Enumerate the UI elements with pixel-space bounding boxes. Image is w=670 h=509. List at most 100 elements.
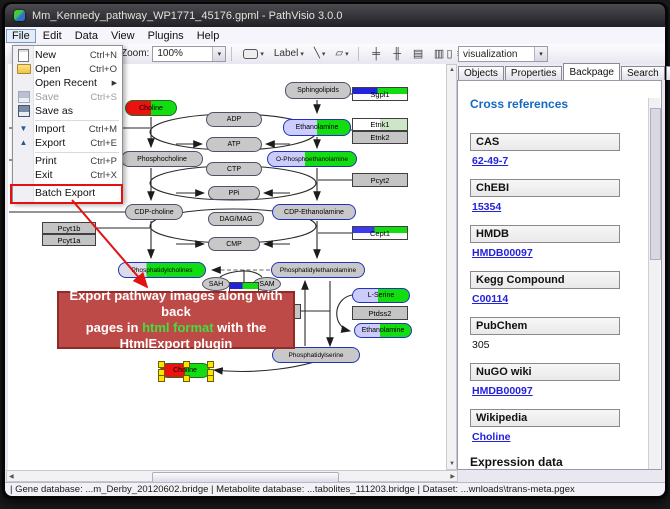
distribute-horizontal-icon[interactable]: ▤ xyxy=(410,46,427,61)
align-center-icon[interactable]: ╪ xyxy=(368,46,385,61)
node-ppi[interactable]: PPi xyxy=(208,186,260,200)
scroll-left-icon[interactable]: ◀ xyxy=(9,474,14,480)
node-choline-selected[interactable]: Choline xyxy=(160,363,210,378)
xref-title: Kegg Compound xyxy=(470,271,620,289)
xref-section-cas: CAS 62-49-7 xyxy=(470,133,649,167)
shape-tool-icon: ▱ xyxy=(335,49,343,59)
node-o-phosphoethanolamine[interactable]: O-Phosphoethanolamine xyxy=(267,151,357,167)
selection-handle[interactable] xyxy=(183,375,190,382)
scroll-right-icon[interactable]: ▶ xyxy=(450,474,455,480)
gene-pcyt2[interactable]: Pcyt2 xyxy=(352,173,408,187)
node-phosphocholine[interactable]: Phosphocholine xyxy=(121,151,203,167)
toolbar-separator xyxy=(231,47,232,61)
add-label-button[interactable]: Label▾ xyxy=(270,45,308,62)
file-menu-item-import[interactable]: ▼ImportCtrl+M xyxy=(13,122,122,136)
xref-title: CAS xyxy=(470,133,620,151)
selection-handle[interactable] xyxy=(207,375,214,382)
menu-shortcut: Ctrl+M xyxy=(89,124,117,135)
status-text: | Gene database: ...m_Derby_20120602.bri… xyxy=(10,484,575,495)
gene-cept1[interactable]: Cept1 xyxy=(352,226,408,240)
file-menu-item-new[interactable]: NewCtrl+N xyxy=(13,48,122,62)
chevron-down-icon[interactable]: ▾ xyxy=(212,47,225,61)
file-menu-item-open-recent[interactable]: Open Recent▶ xyxy=(13,76,122,90)
menu-edit[interactable]: Edit xyxy=(37,29,68,43)
gene-etnk1[interactable]: Etnk1 xyxy=(352,118,408,131)
node-ctp[interactable]: CTP xyxy=(206,162,262,176)
node-adp[interactable]: ADP xyxy=(206,112,262,127)
tab-objects[interactable]: Objects xyxy=(458,66,504,80)
tab-properties[interactable]: Properties xyxy=(505,66,563,80)
menu-plugins[interactable]: Plugins xyxy=(142,29,190,43)
scroll-down-icon[interactable]: ▼ xyxy=(449,461,455,467)
file-menu-item-exit[interactable]: ExitCtrl+X xyxy=(13,168,122,182)
xref-link[interactable]: 62-49-7 xyxy=(472,155,649,167)
node-cmp[interactable]: CMP xyxy=(208,237,260,251)
menu-data[interactable]: Data xyxy=(69,29,104,43)
menu-shortcut: Ctrl+S xyxy=(90,92,117,103)
xref-link[interactable]: HMDB00097 xyxy=(472,385,649,397)
add-datanode-button[interactable]: ▾ xyxy=(239,45,268,62)
selection-handle[interactable] xyxy=(207,361,214,368)
side-panel-button[interactable]: ▯ xyxy=(441,46,458,61)
gene-sgpl1[interactable]: Sgpl1 xyxy=(352,87,408,101)
annotation-line1: Export pathway images along with back xyxy=(69,288,282,319)
line-tool-button[interactable]: ╲▾ xyxy=(310,45,330,62)
tab-legend[interactable]: Legend xyxy=(666,66,670,80)
zoom-combobox[interactable]: 100% ▾ xyxy=(152,46,226,62)
node-ethanolamine[interactable]: Ethanolamine xyxy=(283,119,351,136)
node-phosphatidylcholines[interactable]: Phosphatidylcholines xyxy=(118,262,206,278)
xref-link[interactable]: HMDB00097 xyxy=(472,247,649,259)
xref-link[interactable]: C00114 xyxy=(472,293,649,305)
xref-title: Wikipedia xyxy=(470,409,620,427)
canvas-horizontal-scrollbar[interactable]: ◀ ▶ xyxy=(6,470,458,482)
menu-shortcut: Ctrl+P xyxy=(90,156,117,167)
xref-link[interactable]: 15354 xyxy=(472,201,649,213)
xref-link[interactable]: Choline xyxy=(472,431,649,443)
node-phosphatidylethanolamine[interactable]: Phosphatidylethanolamine xyxy=(271,262,365,278)
node-sphingolipids[interactable]: Sphingolipids xyxy=(285,82,351,99)
node-l-serine[interactable]: L-Serine xyxy=(352,288,410,303)
xref-section-nugo-wiki: NuGO wikiHMDB00097 xyxy=(470,363,649,397)
gene-ptdss2[interactable]: Ptdss2 xyxy=(352,306,408,320)
menu-view[interactable]: View xyxy=(105,29,141,43)
pathvisio-window: Mm_Kennedy_pathway_WP1771_45176.gpml - P… xyxy=(0,0,670,509)
file-menu-dropdown: NewCtrl+NOpenCtrl+OOpen Recent▶SaveCtrl+… xyxy=(12,45,123,203)
chevron-down-icon[interactable]: ▾ xyxy=(534,47,547,61)
node-ethanolamine-2[interactable]: Ethanolamine xyxy=(354,323,412,338)
menu-file[interactable]: File xyxy=(6,29,36,43)
scroll-up-icon[interactable]: ▲ xyxy=(449,67,455,73)
tab-search[interactable]: Search xyxy=(621,66,665,80)
node-cdp-ethanolamine[interactable]: CDP-Ethanolamine xyxy=(272,204,356,220)
node-dag-mag[interactable]: DAG/MAG xyxy=(208,212,264,226)
file-menu-item-print[interactable]: PrintCtrl+P xyxy=(13,154,122,168)
file-menu-item-open[interactable]: OpenCtrl+O xyxy=(13,62,122,76)
side-panel-tabs: ObjectsPropertiesBackpageSearchLegend xyxy=(457,64,662,80)
menu-separator xyxy=(35,152,119,153)
menu-shortcut: Ctrl+N xyxy=(90,50,117,61)
gene-etnk2[interactable]: Etnk2 xyxy=(352,131,408,144)
panel-scrollbar[interactable] xyxy=(648,98,660,470)
tab-backpage[interactable]: Backpage xyxy=(563,63,619,80)
node-cdp-choline[interactable]: CDP-choline xyxy=(125,204,183,220)
gene-pcyt1a[interactable]: Pcyt1a xyxy=(42,234,96,246)
scrollbar-thumb[interactable] xyxy=(650,108,661,260)
title-bar[interactable]: Mm_Kennedy_pathway_WP1771_45176.gpml - P… xyxy=(5,4,665,27)
selection-handle[interactable] xyxy=(158,375,165,382)
visualization-combobox[interactable]: visualization ▾ xyxy=(458,46,548,62)
xref-section-chebi: ChEBI15354 xyxy=(470,179,649,213)
gene-pcyt1b[interactable]: Pcyt1b xyxy=(42,222,96,234)
align-middle-icon[interactable]: ╫ xyxy=(389,46,406,61)
shape-tool-button[interactable]: ▱▾ xyxy=(331,45,352,62)
menu-help[interactable]: Help xyxy=(191,29,226,43)
menu-item-label: Export xyxy=(32,137,90,149)
file-menu-item-save-as[interactable]: Save as xyxy=(13,104,122,118)
file-menu-item-export[interactable]: ▲ExportCtrl+E xyxy=(13,136,122,150)
file-menu-item-save[interactable]: SaveCtrl+S xyxy=(13,90,122,104)
canvas-vertical-scrollbar[interactable]: ▲ ▼ xyxy=(446,64,457,470)
node-atp[interactable]: ATP xyxy=(206,137,262,152)
node-choline[interactable]: Choline xyxy=(125,100,177,116)
selection-handle[interactable] xyxy=(183,361,190,368)
visualization-value: visualization xyxy=(459,49,534,60)
selection-handle[interactable] xyxy=(158,361,165,368)
menu-separator xyxy=(35,120,119,121)
